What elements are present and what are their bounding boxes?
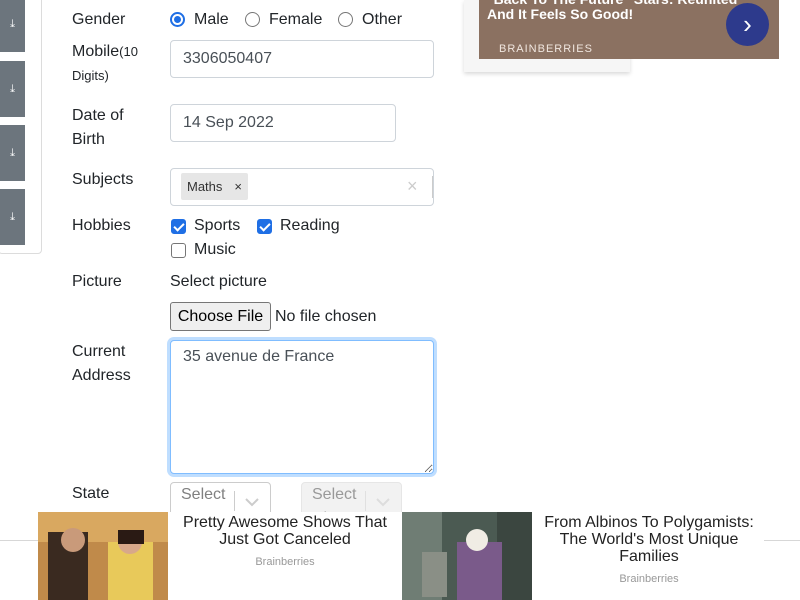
address-label-line2: Address xyxy=(72,367,131,384)
ad-card[interactable]: From Albinos To Polygamists: The World's… xyxy=(402,512,764,600)
subjects-divider xyxy=(432,176,433,198)
clear-icon[interactable]: × xyxy=(407,176,418,197)
download-icon: ⤓ xyxy=(10,17,15,30)
ad-source: Brainberries xyxy=(619,573,679,585)
dob-input[interactable]: 14 Sep 2022 xyxy=(170,104,396,142)
ad-image xyxy=(38,512,168,600)
ad-image xyxy=(402,512,532,600)
download-icon: ⤓ xyxy=(10,146,15,159)
ad-banner-top[interactable]: "Back To The Future" Stars: Reunited And… xyxy=(479,0,779,59)
city-select-divider xyxy=(365,491,366,511)
mobile-value: 3306050407 xyxy=(183,50,272,67)
hobby-music-label[interactable]: Music xyxy=(194,240,236,260)
ad-title: Pretty Awesome Shows That Just Got Cance… xyxy=(183,514,387,548)
dob-value: 14 Sep 2022 xyxy=(183,114,274,131)
address-label-line1: Current xyxy=(72,343,126,360)
subject-tag: Maths × xyxy=(181,173,248,200)
dob-label: Date of Birth xyxy=(72,104,124,152)
sidebar-download-button[interactable]: ⤓ xyxy=(0,0,25,52)
mobile-label-text: Mobile xyxy=(72,43,120,60)
remove-tag-icon[interactable]: × xyxy=(228,179,248,194)
gender-male-radio[interactable] xyxy=(170,12,185,27)
address-textarea[interactable]: 35 avenue de France xyxy=(170,340,434,474)
ad-title: From Albinos To Polygamists: The World's… xyxy=(544,514,754,565)
ad-source: Brainberries xyxy=(255,556,315,568)
gender-other-radio[interactable] xyxy=(338,12,353,27)
download-icon: ⤓ xyxy=(10,210,15,223)
mobile-label: Mobile(10 Digits) xyxy=(72,40,162,88)
chevron-down-icon xyxy=(376,498,390,507)
picture-label: Picture xyxy=(72,273,122,290)
gender-other-label[interactable]: Other xyxy=(362,10,402,30)
gender-female-radio[interactable] xyxy=(245,12,260,27)
dob-label-line2: Birth xyxy=(72,131,105,148)
ad-headline: "Back To The Future" Stars: Reunited And… xyxy=(487,0,737,22)
hobbies-label: Hobbies xyxy=(72,217,131,234)
download-icon: ⤓ xyxy=(10,82,15,95)
mobile-input[interactable]: 3306050407 xyxy=(170,40,434,78)
hobby-music-checkbox[interactable] xyxy=(171,243,186,258)
state-select-divider xyxy=(234,491,235,511)
hobby-sports-checkbox[interactable] xyxy=(171,219,186,234)
chevron-right-icon[interactable]: › xyxy=(726,3,769,46)
gender-male-label[interactable]: Male xyxy=(194,10,229,30)
hobby-reading-checkbox[interactable] xyxy=(257,219,272,234)
file-status: No file chosen xyxy=(275,308,377,325)
dob-label-line1: Date of xyxy=(72,107,124,124)
sidebar-download-button[interactable]: ⤓ xyxy=(0,189,25,245)
choose-file-button[interactable]: Choose File xyxy=(170,302,271,331)
chevron-down-icon xyxy=(245,498,259,507)
state-city-label: State xyxy=(72,485,110,502)
gender-female-label[interactable]: Female xyxy=(269,10,322,30)
ad-source: BRAINBERRIES xyxy=(499,43,593,55)
gender-label: Gender xyxy=(72,11,126,28)
ad-card[interactable]: Pretty Awesome Shows That Just Got Cance… xyxy=(38,512,402,600)
subject-tag-label: Maths xyxy=(187,179,223,194)
picture-prompt: Select picture xyxy=(170,273,267,290)
address-label: Current Address xyxy=(72,340,131,388)
sidebar-download-button[interactable]: ⤓ xyxy=(0,125,25,181)
sidebar-download-button[interactable]: ⤓ xyxy=(0,61,25,117)
hobby-reading-label[interactable]: Reading xyxy=(280,216,340,236)
subjects-label: Subjects xyxy=(72,171,134,188)
hobby-sports-label[interactable]: Sports xyxy=(194,216,240,236)
